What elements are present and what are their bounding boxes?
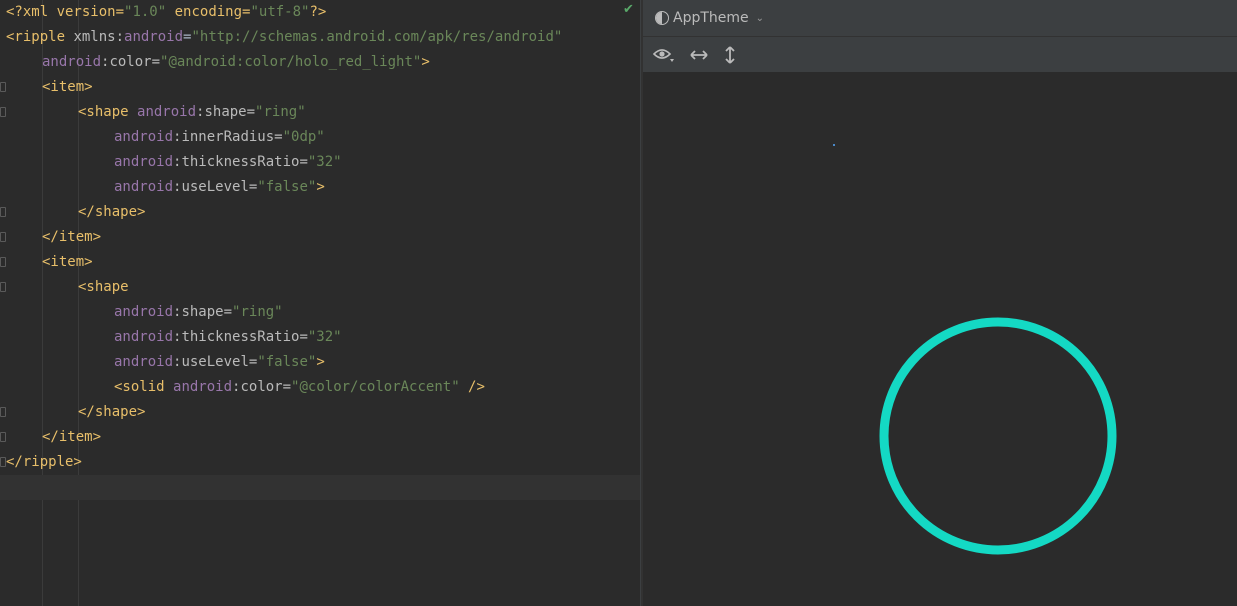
fold-icon[interactable] — [0, 207, 6, 217]
code-line-3[interactable]: android:color="@android:color/holo_red_l… — [0, 50, 640, 75]
eye-icon[interactable] — [653, 47, 675, 63]
theme-icon — [655, 11, 669, 25]
code-line-8[interactable]: android:useLevel="false"> — [0, 175, 640, 200]
code-editor[interactable]: <?xml version="1.0" encoding="utf-8"?> <… — [0, 0, 640, 606]
code-line-5[interactable]: <shape android:shape="ring" — [0, 100, 640, 125]
code-line-16[interactable]: <solid android:color="@color/colorAccent… — [0, 375, 640, 400]
resize-vertical-icon[interactable] — [723, 45, 737, 65]
preview-canvas — [643, 73, 1237, 606]
fold-icon[interactable] — [0, 407, 6, 417]
code-line-9[interactable]: </shape> — [0, 200, 640, 225]
preview-panel: AppTheme ⌄ — [643, 0, 1237, 606]
ring-shape — [879, 317, 1117, 555]
checkmark-icon: ✔ — [623, 2, 634, 17]
fold-icon[interactable] — [0, 432, 6, 442]
code-line-2[interactable]: <ripple xmlns:android="http://schemas.an… — [0, 25, 640, 50]
code-lines[interactable]: <?xml version="1.0" encoding="utf-8"?> <… — [0, 0, 640, 500]
preview-toolbar-top: AppTheme ⌄ — [643, 0, 1237, 37]
resize-horizontal-icon[interactable] — [689, 48, 709, 62]
fold-icon[interactable] — [0, 82, 6, 92]
theme-selector[interactable]: AppTheme ⌄ — [655, 10, 764, 26]
code-line-15[interactable]: android:useLevel="false"> — [0, 350, 640, 375]
fold-icon[interactable] — [0, 257, 6, 267]
fold-icon[interactable] — [0, 232, 6, 242]
fold-icon[interactable] — [0, 457, 6, 467]
code-line-14[interactable]: android:thicknessRatio="32" — [0, 325, 640, 350]
code-line-1[interactable]: <?xml version="1.0" encoding="utf-8"?> — [0, 0, 640, 25]
code-line-7[interactable]: android:thicknessRatio="32" — [0, 150, 640, 175]
theme-label: AppTheme — [673, 10, 749, 26]
code-line-4[interactable]: <item> — [0, 75, 640, 100]
fold-icon[interactable] — [0, 282, 6, 292]
code-line-13[interactable]: android:shape="ring" — [0, 300, 640, 325]
code-line-17[interactable]: </shape> — [0, 400, 640, 425]
code-line-10[interactable]: </item> — [0, 225, 640, 250]
fold-icon[interactable] — [0, 107, 6, 117]
chevron-down-icon: ⌄ — [755, 12, 765, 24]
code-line-18[interactable]: </item> — [0, 425, 640, 450]
ring-drawable — [879, 317, 1117, 555]
code-line-19[interactable]: </ripple> — [0, 450, 640, 475]
code-line-6[interactable]: android:innerRadius="0dp" — [0, 125, 640, 150]
code-line-20-cursor[interactable] — [0, 475, 640, 500]
preview-toolbar-bottom — [643, 37, 1237, 73]
code-line-11[interactable]: <item> — [0, 250, 640, 275]
code-line-12[interactable]: <shape — [0, 275, 640, 300]
